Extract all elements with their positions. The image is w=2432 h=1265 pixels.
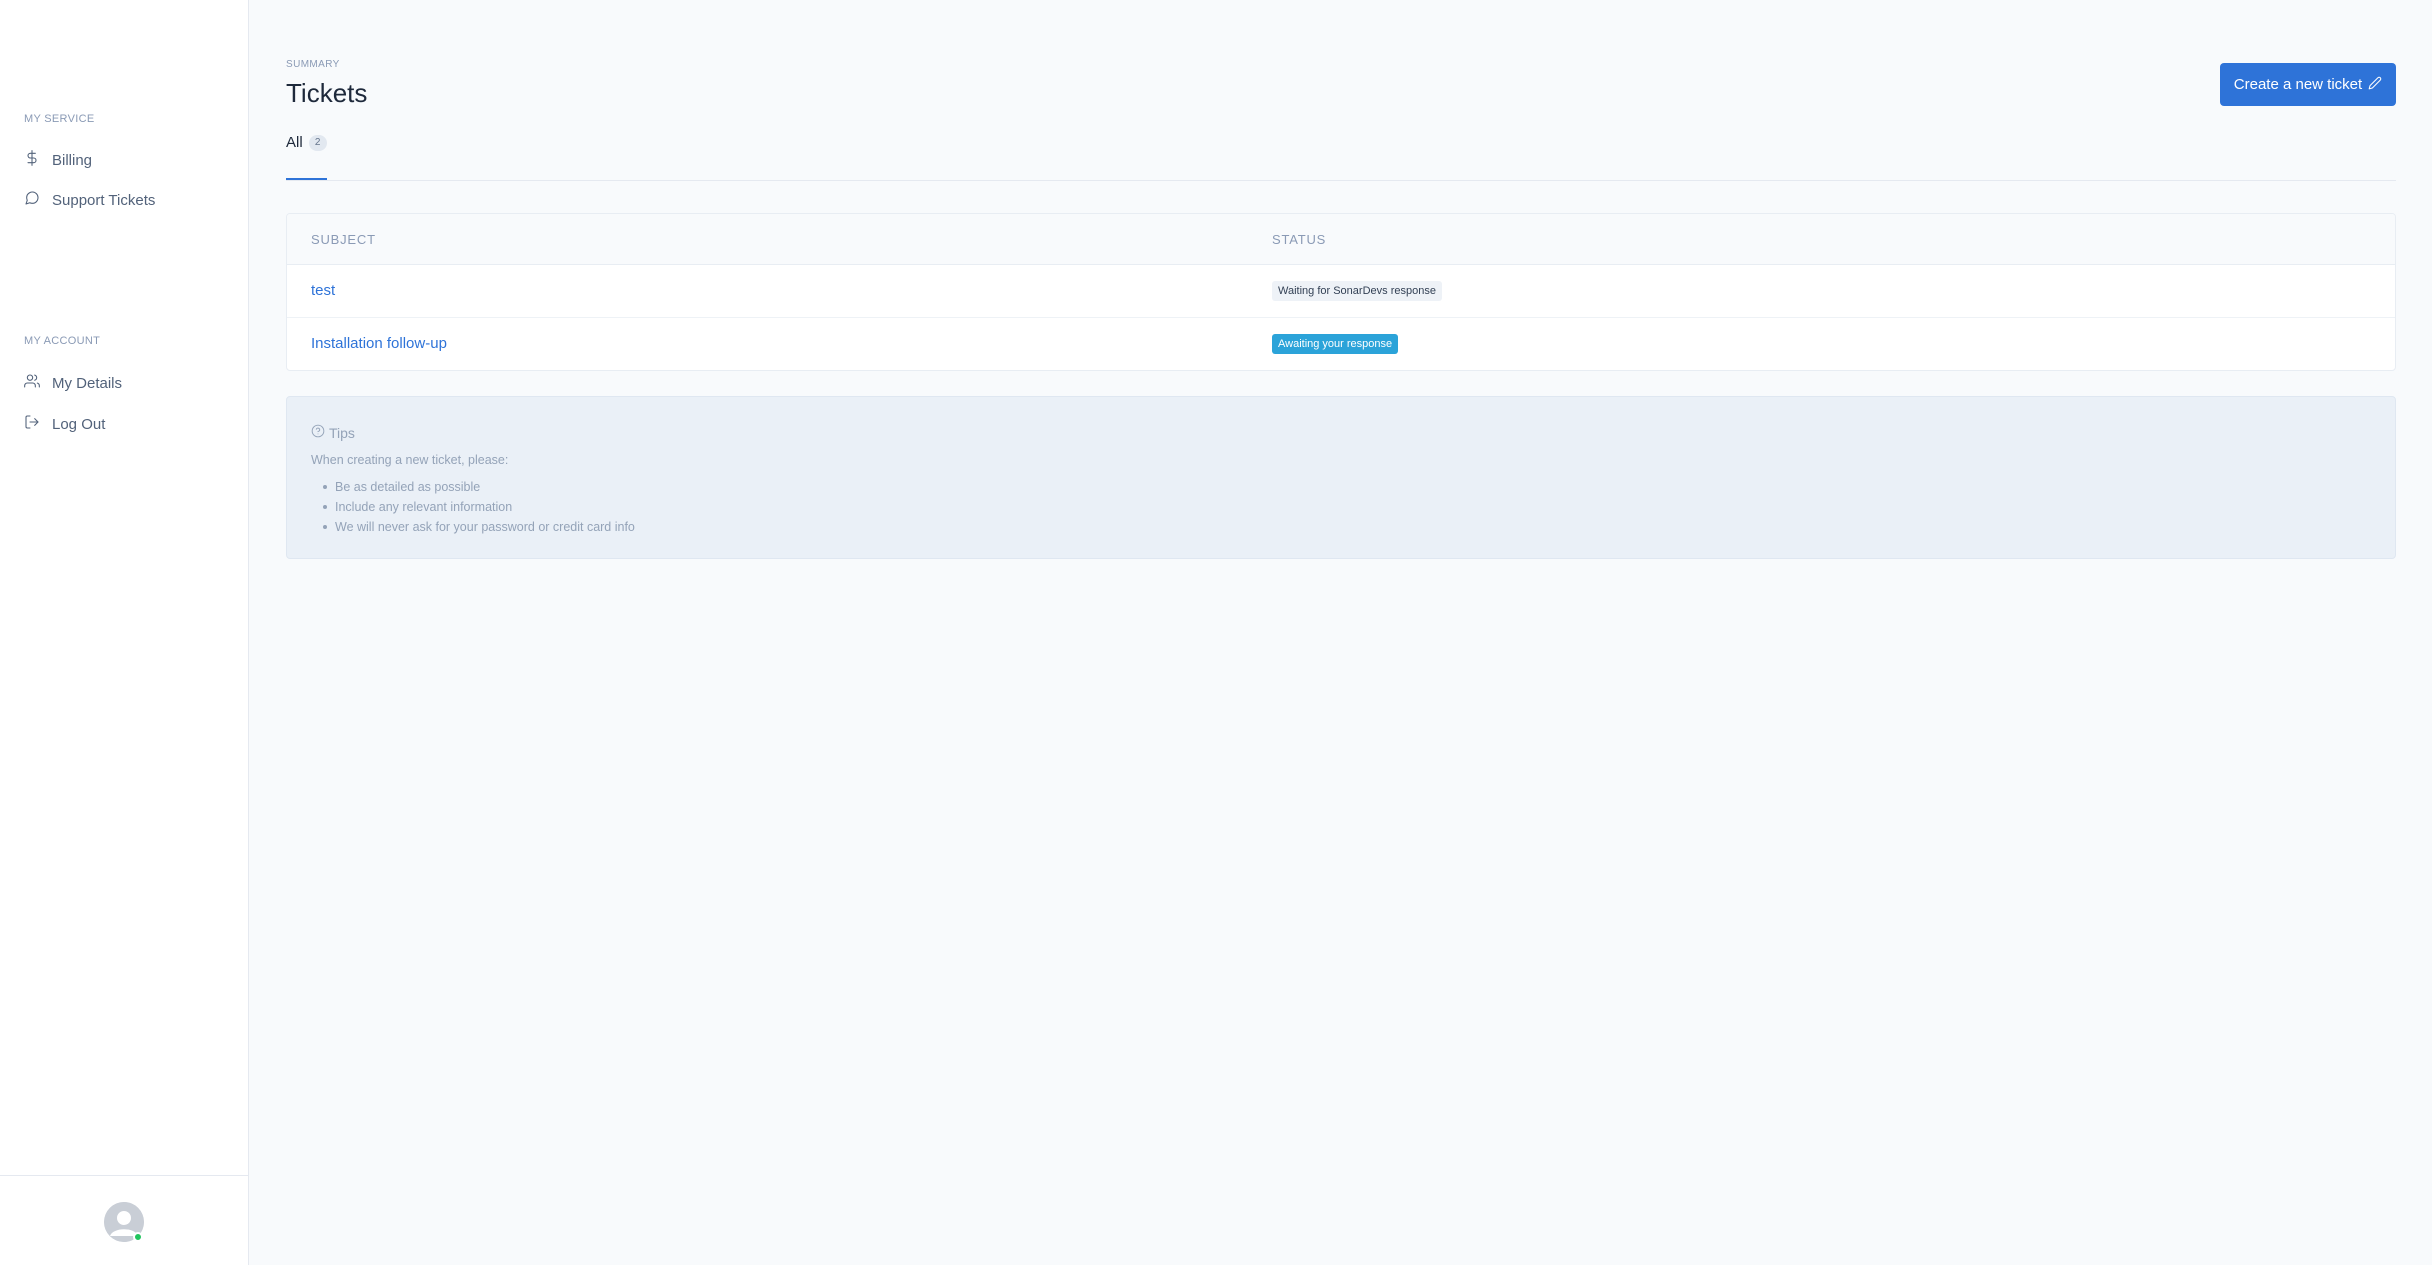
tips-title-label: Tips <box>329 424 355 441</box>
column-header-status: STATUS <box>1272 232 1327 247</box>
sidebar-item-label: Log Out <box>52 415 106 433</box>
dollar-icon <box>24 150 40 170</box>
sidebar-footer <box>0 1175 249 1265</box>
tabs-divider <box>286 180 2396 181</box>
column-header-subject: SUBJECT <box>311 232 376 247</box>
page-title: Tickets <box>286 78 368 108</box>
status-badge: Waiting for SonarDevs response <box>1272 281 1442 301</box>
tips-list: Be as detailed as possible Include any r… <box>323 477 635 537</box>
tips-list-item: Include any relevant information <box>323 497 635 517</box>
tips-list-item: Be as detailed as possible <box>323 477 635 497</box>
tickets-table: SUBJECT STATUS test Waiting for SonarDev… <box>286 213 2396 371</box>
page-eyebrow: SUMMARY <box>286 59 340 70</box>
table-row: Installation follow-up Awaiting your res… <box>287 318 2395 370</box>
tips-list-item: We will never ask for your password or c… <box>323 517 635 537</box>
pencil-icon <box>2368 76 2382 94</box>
tips-title: Tips <box>311 424 355 441</box>
users-icon <box>24 373 40 393</box>
sidebar-item-label: My Details <box>52 374 123 392</box>
create-ticket-button[interactable]: Create a new ticket <box>2220 63 2396 106</box>
sidebar-item-support-tickets[interactable]: Support Tickets <box>24 190 155 210</box>
sidebar-item-label: Support Tickets <box>52 191 156 209</box>
sidebar-item-label: Billing <box>52 151 93 169</box>
ticket-subject-link[interactable]: test <box>311 282 335 299</box>
sidebar-item-log-out[interactable]: Log Out <box>24 414 105 434</box>
status-badge: Awaiting your response <box>1272 334 1399 354</box>
logout-icon <box>24 414 40 434</box>
nav-section-title-my-service: MY SERVICE <box>24 113 95 125</box>
tips-panel: Tips When creating a new ticket, please:… <box>286 396 2396 559</box>
sidebar: MY SERVICE Billing Support Tickets MY AC… <box>0 0 249 1265</box>
sidebar-item-billing[interactable]: Billing <box>24 150 92 170</box>
question-circle-icon <box>311 424 325 441</box>
table-row: test Waiting for SonarDevs response <box>287 265 2395 318</box>
tab-all[interactable]: All 2 <box>286 134 327 151</box>
tab-label: All <box>286 134 303 151</box>
online-status-dot <box>133 1232 143 1242</box>
tab-count-badge: 2 <box>308 134 327 151</box>
tips-intro: When creating a new ticket, please: <box>311 453 509 467</box>
table-header: SUBJECT STATUS <box>287 214 2395 265</box>
ticket-subject-link[interactable]: Installation follow-up <box>311 335 447 352</box>
nav-section-title-my-account: MY ACCOUNT <box>24 335 101 347</box>
create-ticket-label: Create a new ticket <box>2233 76 2363 93</box>
chat-bubble-icon <box>24 190 40 210</box>
sidebar-item-my-details[interactable]: My Details <box>24 373 122 393</box>
